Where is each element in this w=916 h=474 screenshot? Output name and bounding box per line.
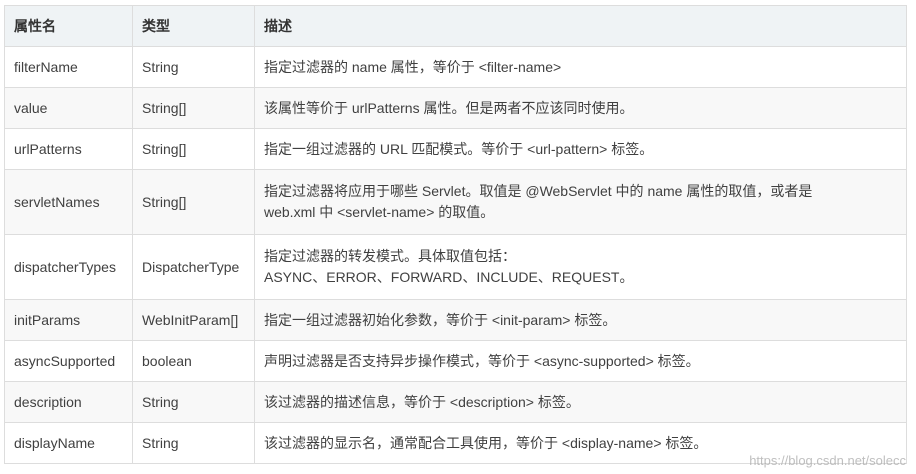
cell-attribute-name: urlPatterns xyxy=(4,128,133,170)
cell-description: 该过滤器的描述信息，等价于 <description> 标签。 xyxy=(254,381,907,423)
description-line: 声明过滤器是否支持异步操作模式，等价于 <async-supported> 标签… xyxy=(264,352,700,369)
table-row: dispatcherTypes DispatcherType 指定过滤器的转发模… xyxy=(4,234,907,300)
description-line: web.xml 中 <servlet-name> 的取值。 xyxy=(264,204,495,220)
attribute-table: 属性名 类型 描述 filterName String 指定过滤器的 name … xyxy=(4,5,907,464)
cell-attribute-name: dispatcherTypes xyxy=(4,234,133,300)
cell-type: WebInitParam[] xyxy=(132,299,255,341)
description-line: 指定过滤器的转发模式。具体取值包括： xyxy=(264,248,516,264)
description-line: 指定过滤器的 name 属性，等价于 <filter-name> xyxy=(264,58,562,75)
header-attribute-name: 属性名 xyxy=(4,5,133,47)
cell-description: 指定一组过滤器的 URL 匹配模式。等价于 <url-pattern> 标签。 xyxy=(254,128,907,170)
table-row: description String 该过滤器的描述信息，等价于 <descri… xyxy=(4,381,907,423)
table-row: servletNames String[] 指定过滤器将应用于哪些 Servle… xyxy=(4,169,907,235)
cell-description: 该属性等价于 urlPatterns 属性。但是两者不应该同时使用。 xyxy=(254,87,907,129)
table-row: urlPatterns String[] 指定一组过滤器的 URL 匹配模式。等… xyxy=(4,128,907,170)
table-row: asyncSupported boolean 声明过滤器是否支持异步操作模式，等… xyxy=(4,340,907,382)
cell-description: 指定过滤器将应用于哪些 Servlet。取值是 @WebServlet 中的 n… xyxy=(254,169,907,235)
cell-attribute-name: displayName xyxy=(4,422,133,464)
cell-type: String xyxy=(132,46,255,88)
description-line: 指定过滤器将应用于哪些 Servlet。取值是 @WebServlet 中的 n… xyxy=(264,183,813,199)
cell-description: 指定一组过滤器初始化参数，等价于 <init-param> 标签。 xyxy=(254,299,907,341)
cell-type: DispatcherType xyxy=(132,234,255,300)
header-type: 类型 xyxy=(132,5,255,47)
description-line: 该过滤器的描述信息，等价于 <description> 标签。 xyxy=(264,393,580,410)
attribute-table-container: 属性名 类型 描述 filterName String 指定过滤器的 name … xyxy=(4,5,907,464)
cell-attribute-name: servletNames xyxy=(4,169,133,235)
description-line: 指定一组过滤器初始化参数，等价于 <init-param> 标签。 xyxy=(264,311,617,328)
cell-type: String xyxy=(132,381,255,423)
cell-description: 指定过滤器的转发模式。具体取值包括： ASYNC、ERROR、FORWARD、I… xyxy=(254,234,907,300)
table-row: filterName String 指定过滤器的 name 属性，等价于 <fi… xyxy=(4,46,907,88)
cell-attribute-name: value xyxy=(4,87,133,129)
cell-attribute-name: initParams xyxy=(4,299,133,341)
cell-type: String[] xyxy=(132,87,255,129)
cell-attribute-name: filterName xyxy=(4,46,133,88)
header-description: 描述 xyxy=(254,5,907,47)
watermark-text: https://blog.csdn.net/solecc xyxy=(749,453,906,468)
description-line: 该过滤器的显示名，通常配合工具使用，等价于 <display-name> 标签。 xyxy=(264,434,708,451)
cell-type: String xyxy=(132,422,255,464)
cell-type: boolean xyxy=(132,340,255,382)
description-line: 指定一组过滤器的 URL 匹配模式。等价于 <url-pattern> 标签。 xyxy=(264,140,654,157)
cell-description: 指定过滤器的 name 属性，等价于 <filter-name> xyxy=(254,46,907,88)
cell-type: String[] xyxy=(132,128,255,170)
table-header-row: 属性名 类型 描述 xyxy=(4,5,907,47)
description-line: 该属性等价于 urlPatterns 属性。但是两者不应该同时使用。 xyxy=(264,99,634,116)
cell-attribute-name: asyncSupported xyxy=(4,340,133,382)
cell-type: String[] xyxy=(132,169,255,235)
cell-description: 声明过滤器是否支持异步操作模式，等价于 <async-supported> 标签… xyxy=(254,340,907,382)
table-row: initParams WebInitParam[] 指定一组过滤器初始化参数，等… xyxy=(4,299,907,341)
cell-attribute-name: description xyxy=(4,381,133,423)
table-row: value String[] 该属性等价于 urlPatterns 属性。但是两… xyxy=(4,87,907,129)
description-line: ASYNC、ERROR、FORWARD、INCLUDE、REQUEST。 xyxy=(264,269,634,285)
